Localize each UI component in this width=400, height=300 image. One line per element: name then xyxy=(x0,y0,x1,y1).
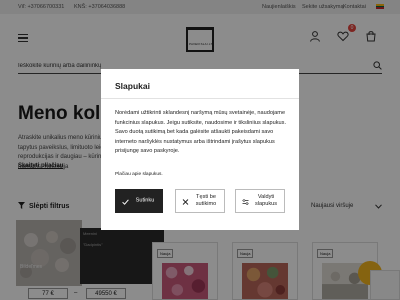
sliders-icon xyxy=(242,199,249,205)
dialog-divider xyxy=(101,98,299,99)
continue-without-consent-button[interactable]: Tęsti be sutikimo xyxy=(175,189,225,213)
manage-label: Valdyti slapukus xyxy=(254,194,278,207)
cookie-dialog-title: Slapukai xyxy=(115,81,150,91)
manage-cookies-button[interactable]: Valdyti slapukus xyxy=(235,189,285,213)
close-icon xyxy=(182,199,189,205)
accept-cookies-button[interactable]: Sutinku xyxy=(115,189,163,213)
accept-label: Sutinku xyxy=(135,197,155,204)
cookie-dialog-text: Norėdami užtikrinti sklandesnį naršymą m… xyxy=(115,110,286,155)
cookie-more-info-link[interactable]: Plačiau apie slapukus. xyxy=(115,172,163,177)
continue-label: Tęsti be sutikimo xyxy=(195,194,217,207)
cookie-consent-dialog: Slapukai Norėdami užtikrinti sklandesnį … xyxy=(101,69,299,230)
check-icon xyxy=(122,199,129,205)
